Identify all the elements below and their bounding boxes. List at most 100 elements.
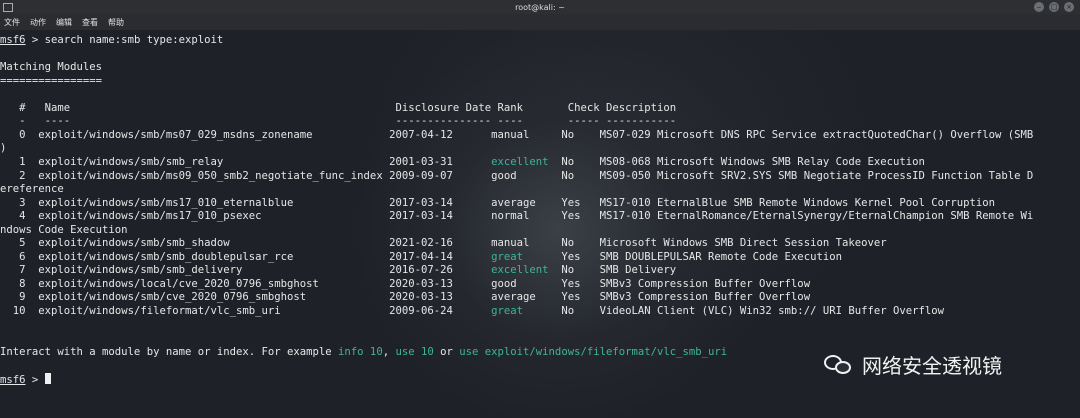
table-row: 1 exploit/windows/smb/smb_relay 2001-03-…: [0, 156, 925, 169]
watermark-text: 网络安全透视镜: [862, 354, 1002, 378]
hint-command: use exploit/windows/fileformat/vlc_smb_u…: [459, 345, 728, 358]
maximize-button[interactable]: □: [1049, 2, 1059, 12]
menu-file[interactable]: 文件: [4, 17, 20, 28]
col-name: exploit/windows/smb/cve_2020_0796_smbgho…: [38, 291, 390, 304]
col-rank: normal: [491, 210, 530, 223]
col-date: 2017-03-14: [389, 210, 492, 223]
col-check: No: [561, 237, 600, 250]
col-date: 2016-07-26: [389, 264, 492, 277]
col-rank: average: [491, 291, 536, 304]
window-controls: ‒ □ ×: [1034, 2, 1074, 12]
prompt-suffix: >: [25, 373, 45, 386]
col-desc: MS09-050 Microsoft SRV2.SYS SMB Negotiat…: [599, 169, 1034, 182]
interact-hint: Interact with a module by name or index.…: [0, 346, 727, 359]
col-check: Yes: [561, 291, 600, 304]
col-desc: MS07-029 Microsoft DNS RPC Service extra…: [599, 128, 1034, 141]
col-date: 2017-04-14: [389, 250, 492, 263]
col-desc: SMBv3 Compression Buffer Overflow: [599, 277, 811, 290]
col-name: exploit/windows/smb/smb_delivery: [38, 264, 390, 277]
col-desc: SMB DOUBLEPULSAR Remote Code Execution: [599, 250, 842, 263]
col-desc: MS08-068 Microsoft Windows SMB Relay Cod…: [599, 155, 925, 168]
col-num: -: [0, 115, 45, 128]
col-check: Yes: [561, 277, 600, 290]
col-num: 2: [0, 169, 39, 182]
col-num: 7: [0, 264, 39, 277]
table-row: 2 exploit/windows/smb/ms09_050_smb2_nego…: [0, 170, 1033, 183]
col-num: 6: [0, 250, 39, 263]
col-check: No: [561, 128, 600, 141]
col-check: Yes: [561, 250, 600, 263]
heading-rule: ================: [0, 74, 103, 87]
col-rank: Rank: [497, 101, 524, 114]
col-desc: SMB Delivery: [599, 264, 677, 277]
menu-view[interactable]: 查看: [82, 17, 98, 28]
table-row: 4 exploit/windows/smb/ms17_010_psexec 20…: [0, 210, 1033, 223]
table-row: 10 exploit/windows/fileformat/vlc_smb_ur…: [0, 305, 944, 318]
col-rank: excellent: [491, 264, 549, 277]
col-name: exploit/windows/smb/smb_shadow: [38, 237, 390, 250]
col-name: ----: [44, 115, 396, 128]
col-num: #: [0, 101, 45, 114]
hint-text: Interact with a module by name or index.…: [0, 345, 339, 358]
hint-text: ,: [382, 345, 396, 358]
watermark: 网络安全透视镜: [824, 350, 1002, 379]
col-name: Name: [44, 101, 396, 114]
col-desc: Microsoft Windows SMB Direct Session Tak…: [599, 237, 887, 250]
command-line: msf6 > search name:smb type:exploit: [0, 34, 223, 47]
table-row: 7 exploit/windows/smb/smb_delivery 2016-…: [0, 264, 676, 277]
col-desc: MS17-010 EternalRomance/EternalSynergy/E…: [599, 210, 1034, 223]
col-num: 10: [0, 305, 39, 317]
col-name: exploit/windows/smb/smb_relay: [38, 155, 390, 168]
heading-rule-line: ================: [0, 75, 102, 88]
col-desc: -----------: [605, 115, 677, 128]
table-row: 3 exploit/windows/smb/ms17_010_eternalbl…: [0, 197, 995, 210]
matching-modules-heading: Matching Modules: [0, 61, 103, 74]
col-num: 1: [0, 155, 39, 168]
menu-help[interactable]: 帮助: [108, 17, 124, 28]
col-date: 2021-02-16: [389, 237, 492, 250]
minimize-button[interactable]: ‒: [1034, 2, 1044, 12]
col-rank: excellent: [491, 155, 549, 168]
col-rank: good: [491, 277, 517, 290]
col-date: 2020-03-13: [389, 291, 492, 304]
col-date: 2007-04-12: [389, 128, 492, 141]
table-row: 5 exploit/windows/smb/smb_shadow 2021-02…: [0, 237, 887, 250]
col-check: No: [561, 305, 600, 317]
prompt-prefix: msf6: [0, 34, 26, 46]
col-rank: good: [491, 169, 517, 182]
col-name: exploit/windows/fileformat/vlc_smb_uri: [38, 305, 390, 317]
col-name: exploit/windows/local/cve_2020_0796_smbg…: [38, 277, 390, 290]
table-row-wrap: ndows Code Execution: [0, 224, 128, 237]
close-button[interactable]: ×: [1064, 2, 1074, 12]
col-num: 5: [0, 237, 39, 250]
col-name: exploit/windows/smb/ms17_010_eternalblue: [38, 196, 390, 209]
menu-action[interactable]: 动作: [30, 17, 46, 28]
wechat-icon: [824, 353, 854, 377]
col-num: 3: [0, 196, 39, 209]
table-row: 8 exploit/windows/local/cve_2020_0796_sm…: [0, 278, 810, 291]
col-name: exploit/windows/smb/smb_doublepulsar_rce: [38, 250, 390, 263]
col-check: No: [561, 155, 600, 168]
col-date: ---------------: [395, 115, 498, 128]
col-check: Yes: [561, 196, 600, 209]
command-text: > search name:smb type:exploit: [25, 34, 224, 46]
menu-edit[interactable]: 编辑: [56, 17, 72, 28]
col-num: 8: [0, 277, 39, 290]
col-desc-wrap: ereference: [0, 183, 64, 196]
window-titlebar: root@kali: ~ ‒ □ ×: [0, 0, 1080, 14]
col-date: 2009-09-07: [389, 169, 492, 182]
menu-bar: 文件 动作 编辑 查看 帮助: [0, 14, 1080, 30]
col-date: 2001-03-31: [389, 155, 492, 168]
col-num: 9: [0, 291, 39, 304]
col-check: -----: [567, 115, 606, 128]
